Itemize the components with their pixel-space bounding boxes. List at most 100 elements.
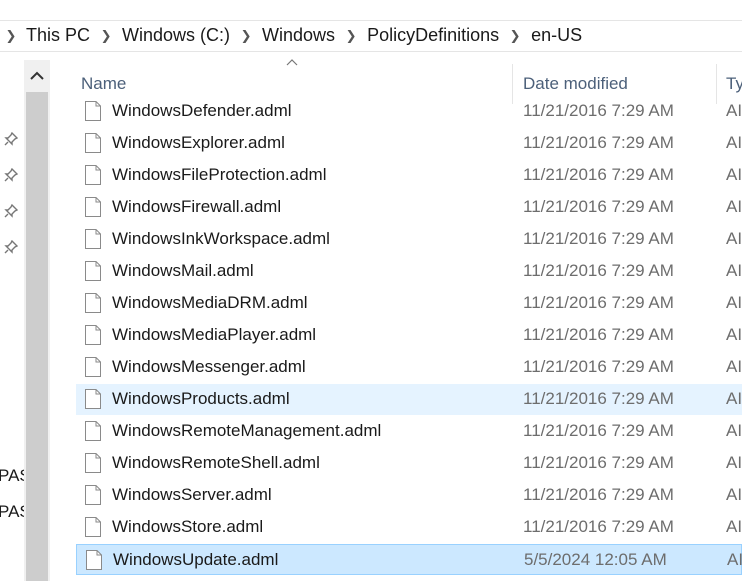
file-date-modified: 11/21/2016 7:29 AM	[523, 293, 674, 312]
file-date-modified: 11/21/2016 7:29 AM	[523, 261, 674, 280]
column-header-date-modified[interactable]: Date modified	[523, 74, 628, 94]
file-row[interactable]: WindowsExplorer.adml 11/21/2016 7:29 AM AI	[76, 128, 742, 159]
file-row[interactable]: WindowsInkWorkspace.adml 11/21/2016 7:29 …	[76, 224, 742, 255]
file-name[interactable]: WindowsFirewall.adml	[112, 197, 281, 217]
file-date-modified: 11/21/2016 7:29 AM	[523, 389, 674, 408]
file-type: AI	[726, 261, 742, 280]
sort-up-icon	[286, 59, 298, 66]
breadcrumb-this-pc[interactable]: This PC	[22, 25, 94, 46]
file-type: AI	[726, 165, 742, 184]
chevron-right-icon[interactable]: ❯	[503, 28, 527, 44]
file-type: AI	[726, 421, 742, 440]
document-icon	[86, 550, 102, 570]
window-top-strip	[0, 0, 742, 21]
document-icon	[85, 357, 101, 377]
file-type: AI	[726, 293, 742, 312]
file-type: AI	[726, 229, 742, 248]
file-date-modified: 11/21/2016 7:29 AM	[523, 133, 674, 152]
breadcrumb-policydefinitions[interactable]: PolicyDefinitions	[363, 25, 503, 46]
file-name[interactable]: WindowsMediaPlayer.adml	[112, 325, 316, 345]
file-row[interactable]: WindowsRemoteShell.adml 11/21/2016 7:29 A…	[76, 448, 742, 479]
document-icon	[85, 229, 101, 249]
chevron-right-icon[interactable]: ❯	[339, 28, 363, 44]
breadcrumb-windows[interactable]: Windows	[258, 25, 339, 46]
column-header-name[interactable]: Name	[81, 74, 126, 94]
address-bar[interactable]: ❯ This PC ❯ Windows (C:) ❯ Windows ❯ Pol…	[0, 20, 742, 52]
file-date-modified: 11/21/2016 7:29 AM	[523, 517, 674, 536]
chevron-right-icon[interactable]: ❯	[0, 28, 22, 44]
document-icon	[85, 517, 101, 537]
document-icon	[85, 101, 101, 121]
file-row[interactable]: WindowsMessenger.adml 11/21/2016 7:29 AM A…	[76, 352, 742, 383]
file-type: AI	[726, 325, 742, 344]
document-icon	[85, 261, 101, 281]
breadcrumb-en-us[interactable]: en-US	[527, 25, 586, 46]
file-row[interactable]: WindowsMediaPlayer.adml 11/21/2016 7:29 A…	[76, 320, 742, 351]
file-row[interactable]: WindowsServer.adml 11/21/2016 7:29 AM AI	[76, 480, 742, 511]
file-row[interactable]: WindowsFileProtection.adml 11/21/2016 7:2…	[76, 160, 742, 191]
file-date-modified: 11/21/2016 7:29 AM	[523, 453, 674, 472]
file-name[interactable]: WindowsFileProtection.adml	[112, 165, 326, 185]
document-icon	[85, 165, 101, 185]
column-header: Name Date modified Ty	[50, 52, 742, 104]
file-row[interactable]: WindowsRemoteManagement.adml 11/21/2016 7…	[76, 416, 742, 447]
file-date-modified: 11/21/2016 7:29 AM	[523, 325, 674, 344]
file-name[interactable]: WindowsExplorer.adml	[112, 133, 285, 153]
file-name[interactable]: WindowsUpdate.adml	[113, 550, 278, 570]
file-type: AI	[726, 485, 742, 504]
file-date-modified: 11/21/2016 7:29 AM	[523, 485, 674, 504]
file-name[interactable]: WindowsRemoteManagement.adml	[112, 421, 381, 441]
file-name[interactable]: WindowsStore.adml	[112, 517, 263, 537]
pin-icon[interactable]	[4, 240, 18, 254]
file-type: AI	[727, 550, 742, 569]
file-name[interactable]: WindowsMediaDRM.adml	[112, 293, 308, 313]
document-icon	[85, 485, 101, 505]
column-header-type[interactable]: Ty	[726, 74, 742, 94]
chevron-up-icon	[30, 71, 44, 80]
file-type: AI	[726, 517, 742, 536]
file-date-modified: 11/21/2016 7:29 AM	[523, 165, 674, 184]
pin-icon[interactable]	[4, 204, 18, 218]
file-type: AI	[726, 357, 742, 376]
nav-scrollbar-thumb[interactable]	[26, 92, 48, 581]
file-name[interactable]: WindowsRemoteShell.adml	[112, 453, 320, 473]
document-icon	[85, 197, 101, 217]
file-row[interactable]: WindowsStore.adml 11/21/2016 7:29 AM AI	[76, 512, 742, 543]
breadcrumb-windows-drive[interactable]: Windows (C:)	[118, 25, 234, 46]
chevron-right-icon[interactable]: ❯	[234, 28, 258, 44]
file-list-view: Name Date modified Ty WindowsDefender.ad…	[50, 52, 742, 581]
file-date-modified: 11/21/2016 7:29 AM	[523, 101, 674, 120]
file-row[interactable]: WindowsDefender.adml 11/21/2016 7:29 AM AI	[76, 96, 742, 127]
file-row[interactable]: WindowsProducts.adml 11/21/2016 7:29 AM AI	[76, 384, 742, 415]
file-name[interactable]: WindowsServer.adml	[112, 485, 272, 505]
file-date-modified: 11/21/2016 7:29 AM	[523, 421, 674, 440]
document-icon	[85, 389, 101, 409]
file-type: AI	[726, 389, 742, 408]
file-row[interactable]: WindowsMediaDRM.adml 11/21/2016 7:29 AM AI	[76, 288, 742, 319]
file-type: AI	[726, 101, 742, 120]
file-date-modified: 11/21/2016 7:29 AM	[523, 229, 674, 248]
document-icon	[85, 325, 101, 345]
file-type: AI	[726, 453, 742, 472]
file-row[interactable]: WindowsFirewall.adml 11/21/2016 7:29 AM AI	[76, 192, 742, 223]
file-row[interactable]: WindowsMail.adml 11/21/2016 7:29 AM AI	[76, 256, 742, 287]
document-icon	[85, 453, 101, 473]
file-name[interactable]: WindowsDefender.adml	[112, 101, 292, 121]
scroll-up-button[interactable]	[24, 62, 50, 90]
file-date-modified: 11/21/2016 7:29 AM	[523, 357, 674, 376]
file-type: AI	[726, 197, 742, 216]
document-icon	[85, 293, 101, 313]
pin-icon[interactable]	[4, 168, 18, 182]
file-date-modified: 5/5/2024 12:05 AM	[524, 550, 667, 569]
file-row[interactable]: WindowsUpdate.adml 5/5/2024 12:05 AM AI	[76, 544, 742, 575]
file-name[interactable]: WindowsInkWorkspace.adml	[112, 229, 330, 249]
file-date-modified: 11/21/2016 7:29 AM	[523, 197, 674, 216]
chevron-right-icon[interactable]: ❯	[94, 28, 118, 44]
document-icon	[85, 421, 101, 441]
file-name[interactable]: WindowsProducts.adml	[112, 389, 290, 409]
file-name[interactable]: WindowsMail.adml	[112, 261, 254, 281]
document-icon	[85, 133, 101, 153]
file-name[interactable]: WindowsMessenger.adml	[112, 357, 306, 377]
pin-icon[interactable]	[4, 132, 18, 146]
file-type: AI	[726, 133, 742, 152]
